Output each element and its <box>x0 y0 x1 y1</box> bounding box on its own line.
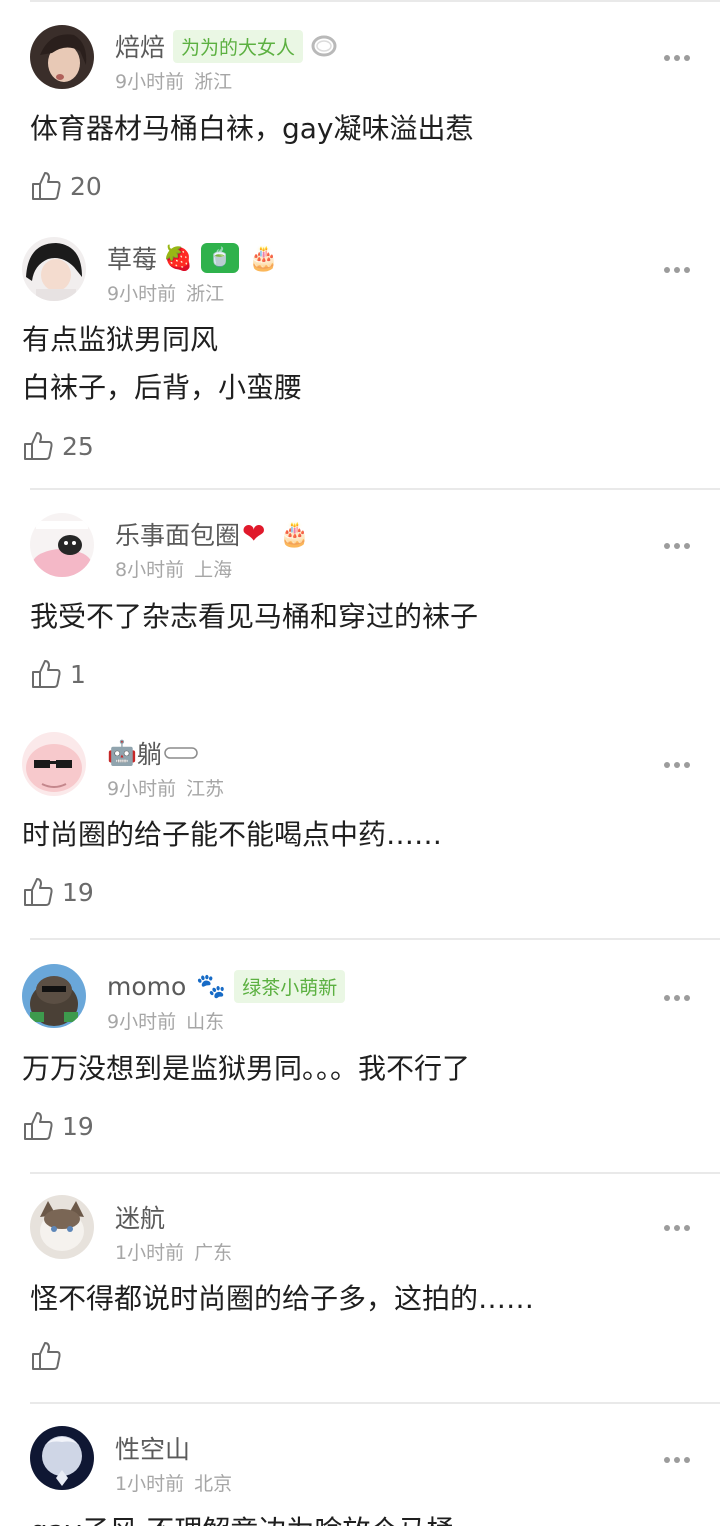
comment-time: 1小时前 <box>115 1242 185 1264</box>
paw-icon: 🐾 <box>196 972 227 1000</box>
comment-time: 1小时前 <box>115 1473 185 1495</box>
comment-location: 浙江 <box>194 71 233 93</box>
thumb-up-icon <box>24 1112 53 1140</box>
comment-text: gay子风 不理解竟边为啥放个马桶 <box>30 1508 454 1526</box>
comment-meta: 1小时前 北京 <box>115 1469 232 1496</box>
more-options-icon[interactable] <box>664 48 690 68</box>
comment-meta: 9小时前 山东 <box>107 1007 224 1034</box>
username[interactable]: 迷航 <box>115 1199 165 1235</box>
more-options-icon[interactable] <box>664 536 690 556</box>
comment-line: 万万没想到是监狱男同。。。我不行了 <box>22 1052 471 1085</box>
cake-icon: 🎂 <box>279 520 310 548</box>
comment-text: 怪不得都说时尚圈的给子多，这拍的…… <box>30 1276 534 1322</box>
thumb-up-icon <box>32 660 61 688</box>
username[interactable]: 乐事面包圈 <box>115 516 240 552</box>
comment-meta: 9小时前 浙江 <box>115 67 232 94</box>
more-options-icon[interactable] <box>664 1218 690 1238</box>
comment-location: 上海 <box>194 559 233 581</box>
divider <box>30 938 720 940</box>
comment-line: 怪不得都说时尚圈的给子多，这拍的…… <box>30 1282 535 1315</box>
matcha-icon: 🍵 <box>200 243 239 273</box>
comment-text: 万万没想到是监狱男同。。。我不行了 <box>22 1046 470 1092</box>
pill-icon <box>164 745 198 761</box>
like-count: 1 <box>70 659 86 689</box>
heart-icon: ❤ <box>242 517 266 550</box>
comment-location: 浙江 <box>186 283 225 305</box>
strawberry-icon: 🍓 <box>163 244 193 272</box>
comment-line: 体育器材马桶白袜，gay凝味溢出惹 <box>30 112 474 145</box>
more-options-icon[interactable] <box>664 755 690 775</box>
username[interactable]: 草莓 <box>107 240 157 276</box>
username-row: 乐事面包圈 ❤ 🎂 <box>115 516 309 552</box>
username-row: 草莓 🍓 🍵 🎂 <box>107 240 279 276</box>
username-row: 性空山 <box>115 1430 190 1466</box>
robot-icon: 🤖 <box>107 739 137 767</box>
divider <box>30 1172 720 1174</box>
avatar[interactable] <box>22 237 86 301</box>
avatar[interactable] <box>22 964 86 1028</box>
comment-text: 有点监狱男同风 白袜子，后背，小蛮腰 <box>22 317 302 411</box>
more-options-icon[interactable] <box>664 988 690 1008</box>
comment-time: 8小时前 <box>115 559 185 581</box>
comment-line: 有点监狱男同风 <box>22 323 219 356</box>
comment-line: 时尚圈的给子能不能喝点中药…… <box>22 818 443 851</box>
fan-badge: 绿茶小萌新 <box>234 969 346 1003</box>
thumb-up-icon <box>32 172 61 200</box>
comment-time: 9小时前 <box>115 71 185 93</box>
username[interactable]: 焙焙 <box>115 28 165 64</box>
comment-location: 北京 <box>194 1473 233 1495</box>
comment-line: 白袜子，后背，小蛮腰 <box>22 371 303 404</box>
avatar[interactable] <box>30 1195 94 1259</box>
divider <box>30 0 720 2</box>
thumb-up-icon <box>24 432 53 460</box>
comment-location: 广东 <box>194 1242 233 1264</box>
avatar[interactable] <box>30 25 94 89</box>
username-row: 焙焙 为为的大女人 <box>115 28 339 64</box>
comment-location: 山东 <box>186 1011 225 1033</box>
like-button[interactable]: 1 <box>30 654 86 694</box>
comment-time: 9小时前 <box>107 778 177 800</box>
comment-meta: 1小时前 广东 <box>115 1238 232 1265</box>
like-count: 20 <box>70 171 102 201</box>
fan-badge: 为为的大女人 <box>173 29 304 63</box>
comment-time: 9小时前 <box>107 1011 177 1033</box>
like-button[interactable]: 25 <box>22 426 94 466</box>
username[interactable]: 性空山 <box>115 1430 190 1466</box>
username-row: 🤖 躺 <box>107 735 198 771</box>
comment-line: gay子风 不理解竟边为啥放个马桶 <box>30 1508 454 1526</box>
thumb-up-icon <box>24 878 53 906</box>
comment-location: 江苏 <box>186 778 225 800</box>
comment-text: 体育器材马桶白袜，gay凝味溢出惹 <box>30 106 474 152</box>
ring-icon <box>309 34 339 58</box>
divider <box>30 1402 720 1404</box>
comment-meta: 9小时前 江苏 <box>107 774 224 801</box>
comment-text: 时尚圈的给子能不能喝点中药…… <box>22 812 442 858</box>
thumb-up-icon <box>32 1342 61 1370</box>
divider <box>30 488 720 490</box>
avatar[interactable] <box>30 513 94 577</box>
comment-meta: 8小时前 上海 <box>115 555 232 582</box>
avatar[interactable] <box>30 1426 94 1490</box>
like-count: 19 <box>62 1111 94 1141</box>
cake-icon: 🎂 <box>248 244 279 272</box>
username-row: momo 🐾 绿茶小萌新 <box>107 968 346 1004</box>
avatar[interactable] <box>22 732 86 796</box>
like-count: 19 <box>62 877 94 907</box>
like-button[interactable]: 19 <box>22 872 94 912</box>
comment-meta: 9小时前 浙江 <box>107 279 224 306</box>
comment-text: 我受不了杂志看见马桶和穿过的袜子 <box>30 594 478 640</box>
like-button[interactable] <box>30 1336 70 1376</box>
more-options-icon[interactable] <box>664 260 690 280</box>
like-button[interactable]: 20 <box>30 166 102 206</box>
more-options-icon[interactable] <box>664 1450 690 1470</box>
username[interactable]: 躺 <box>137 735 162 771</box>
like-button[interactable]: 19 <box>22 1106 94 1146</box>
comment-line: 我受不了杂志看见马桶和穿过的袜子 <box>30 600 479 633</box>
comment-time: 9小时前 <box>107 283 177 305</box>
username-row: 迷航 <box>115 1199 165 1235</box>
like-count: 25 <box>62 431 94 461</box>
username[interactable]: momo <box>107 972 186 1001</box>
